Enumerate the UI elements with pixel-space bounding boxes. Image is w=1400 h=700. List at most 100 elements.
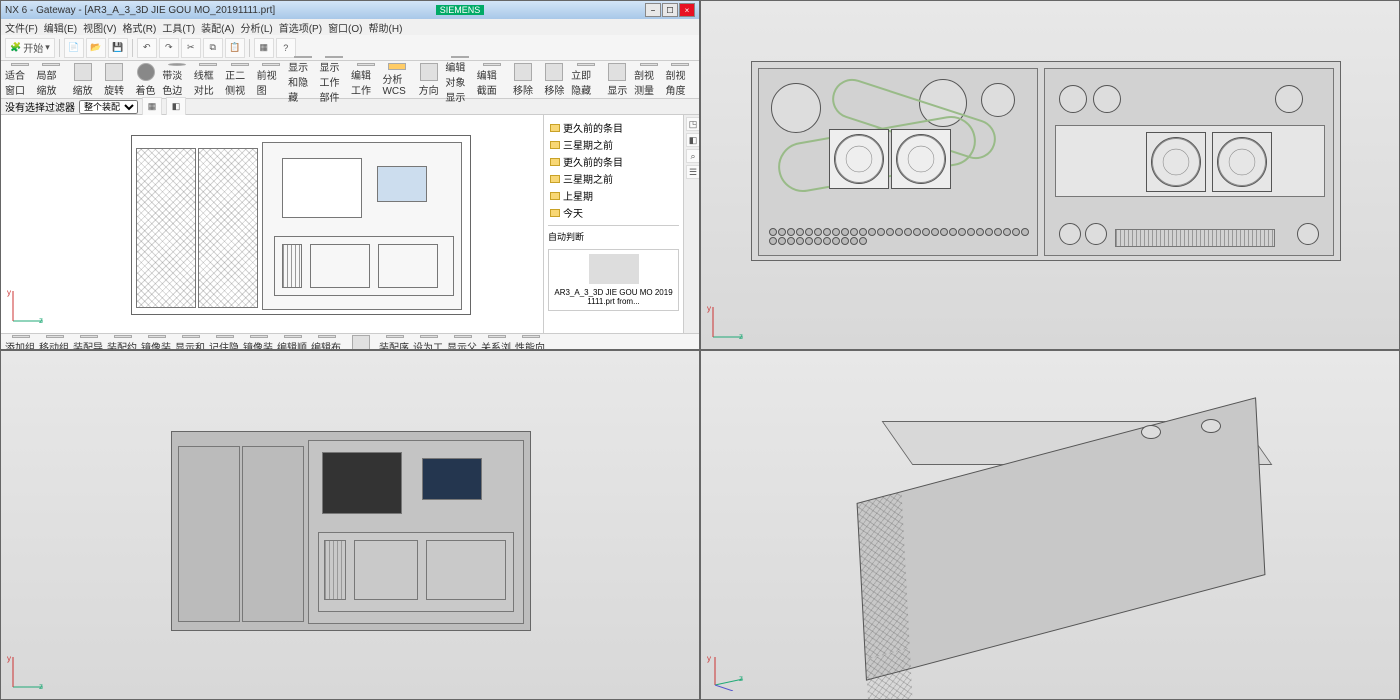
history-item[interactable]: 上星期 (548, 187, 679, 204)
front-view-button[interactable]: 前视图 (257, 63, 286, 97)
menu-format[interactable]: 格式(R) (122, 20, 156, 35)
explode-button[interactable]: 爆炸图 (345, 335, 377, 351)
maximize-button[interactable]: ☐ (662, 3, 678, 17)
wireframe-button[interactable]: 线框对比 (194, 63, 223, 97)
rotate-button[interactable]: 旋转 (99, 63, 128, 97)
shade-button[interactable]: 着色 (131, 63, 160, 97)
scope-select[interactable]: 整个装配 (79, 100, 138, 114)
view-front-shaded: zy (0, 350, 700, 700)
obj-display-button[interactable]: 编辑对象显示 (445, 63, 474, 97)
angle-button[interactable]: 剖视角度 (666, 63, 695, 97)
titlebar: NX 6 - Gateway - [AR3_A_3_3D JIE GOU MO_… (1, 1, 699, 19)
window-controls: − ☐ × (645, 3, 695, 17)
redo-icon[interactable]: ↷ (159, 38, 179, 58)
new-icon[interactable]: 📄 (64, 38, 84, 58)
cmd-icon[interactable]: ▦ (254, 38, 274, 58)
asm-nav-button[interactable]: 装配导航 (73, 335, 105, 351)
show-button[interactable]: 显示 (603, 63, 632, 97)
orient-button[interactable]: 方向 (414, 63, 443, 97)
nav-tab-icon[interactable]: ⌕ (686, 149, 700, 163)
menu-analysis[interactable]: 分析(L) (240, 20, 272, 35)
undo-icon[interactable]: ↶ (137, 38, 157, 58)
viewport-iso[interactable]: z y (701, 351, 1399, 699)
view-triad: zy (9, 651, 49, 691)
remove2-button[interactable]: 移除 (540, 63, 569, 97)
show-work-button[interactable]: 显示工作部件 (320, 63, 349, 97)
cut-icon[interactable]: ✂ (181, 38, 201, 58)
menu-file[interactable]: 文件(F) (5, 20, 38, 35)
filter-label: 没有选择过滤器 (5, 99, 75, 114)
history-item[interactable]: 更久前的条目 (548, 153, 679, 170)
folder-icon (550, 141, 560, 149)
edit-order-button[interactable]: 编辑顺序 (277, 335, 309, 351)
hide-now-button[interactable]: 立即隐藏 (571, 63, 600, 97)
wcs-button[interactable]: 分析 WCS (382, 63, 411, 97)
save-icon[interactable]: 💾 (108, 38, 128, 58)
view-triad: z y (709, 651, 749, 691)
constraint-button[interactable]: 装配约束 (107, 335, 139, 351)
relation-button[interactable]: 关系浏览器 (481, 335, 513, 351)
ribbon-view: 适合窗口 局部缩放 缩放 旋转 着色 带淡色边 线框对比 正二侧视 前视图 显示… (1, 61, 699, 99)
menu-tools[interactable]: 工具(T) (162, 20, 195, 35)
trimetric-button[interactable]: 正二侧视 (225, 63, 254, 97)
mirror-asm2-button[interactable]: 镜像装配 (243, 335, 275, 351)
perf-button[interactable]: 性能向导 (515, 335, 547, 351)
history-panel: 更久前的条目 三星期之前 更久前的条目 三星期之前 上星期 今天 自动判断 AR… (543, 115, 683, 333)
history-item[interactable]: 今天 (548, 204, 679, 221)
file-name: AR3_A_3_3D JIE GOU MO 20191111.prt from.… (553, 288, 674, 306)
folder-icon (550, 175, 560, 183)
history-item[interactable]: 三星期之前 (548, 170, 679, 187)
open-icon[interactable]: 📂 (86, 38, 106, 58)
paste-icon[interactable]: 📋 (225, 38, 245, 58)
add-comp-button[interactable]: 添加组件 (5, 335, 37, 351)
history-item[interactable]: 更久前的条目 (548, 119, 679, 136)
set-work-button[interactable]: 设为工作部件 (413, 335, 445, 351)
brand-badge: SIEMENS (436, 5, 485, 15)
remove-button[interactable]: 移除 (508, 63, 537, 97)
edit-work-button[interactable]: 编辑工作 (351, 63, 380, 97)
section-button[interactable]: 编辑截面 (477, 63, 506, 97)
show-parent-button[interactable]: 显示父项 (447, 335, 479, 351)
help-icon[interactable]: ? (276, 38, 296, 58)
menu-prefs[interactable]: 首选项(P) (279, 20, 322, 35)
show-hide-button[interactable]: 显示和隐藏 (288, 63, 317, 97)
minimize-button[interactable]: − (645, 3, 661, 17)
zoom-button[interactable]: 缩放 (68, 63, 97, 97)
menu-edit[interactable]: 编辑(E) (44, 20, 77, 35)
edit-layout-button[interactable]: 编辑布置 (311, 335, 343, 351)
shade-edge-button[interactable]: 带淡色边 (162, 63, 191, 97)
history-item[interactable]: 三星期之前 (548, 136, 679, 153)
start-button[interactable]: 🧩 开始 ▾ (5, 38, 55, 58)
zoom-region-button[interactable]: 局部缩放 (36, 63, 65, 97)
sequence-button[interactable]: 装配序列 (379, 335, 411, 351)
showhide-button[interactable]: 显示和隐藏 (175, 335, 207, 351)
menu-help[interactable]: 帮助(H) (369, 20, 403, 35)
toolbar-assembly: 添加组件 移动组件 装配导航 装配约束 镜像装配 显示和隐藏 记住隐藏 镜像装配… (1, 333, 699, 350)
nav-tab-icon[interactable]: ◧ (686, 133, 700, 147)
view-top-internal: zy (700, 0, 1400, 350)
view-triad: z y (9, 285, 49, 325)
remember-hide-button[interactable]: 记住隐藏 (209, 335, 241, 351)
close-button[interactable]: × (679, 3, 695, 17)
viewport-front[interactable]: zy (1, 351, 699, 699)
viewport-top[interactable]: zy (701, 1, 1399, 349)
move-comp-button[interactable]: 移动组件 (39, 335, 71, 351)
copy-icon[interactable]: ⧉ (203, 38, 223, 58)
fit-view-button[interactable]: 适合窗口 (5, 63, 34, 97)
menu-window[interactable]: 窗口(O) (328, 20, 362, 35)
file-preview[interactable]: AR3_A_3_3D JIE GOU MO 20191111.prt from.… (548, 249, 679, 311)
nav-tab-icon[interactable]: ◳ (686, 117, 700, 131)
selection-bar: 没有选择过滤器 整个装配 ▦ ◧ (1, 99, 699, 115)
menu-assembly[interactable]: 装配(A) (201, 20, 234, 35)
nav-tab-icon[interactable]: ☰ (686, 165, 700, 179)
sel-icon[interactable]: ▦ (142, 97, 162, 117)
mirror-asm-button[interactable]: 镜像装配 (141, 335, 173, 351)
menu-view[interactable]: 视图(V) (83, 20, 116, 35)
measure-button[interactable]: 剖视测量 (634, 63, 663, 97)
nx-app-pane: NX 6 - Gateway - [AR3_A_3_3D JIE GOU MO_… (0, 0, 700, 350)
canvas-area: z y 更久前的条目 三星期之前 更久前的条目 三星期之前 上星期 今天 自动判… (1, 115, 699, 333)
view-triad: zy (709, 301, 749, 341)
viewport-main[interactable]: z y (1, 115, 543, 333)
resource-bar: ◳ ◧ ⌕ ☰ (683, 115, 699, 333)
sel-icon2[interactable]: ◧ (166, 97, 186, 117)
